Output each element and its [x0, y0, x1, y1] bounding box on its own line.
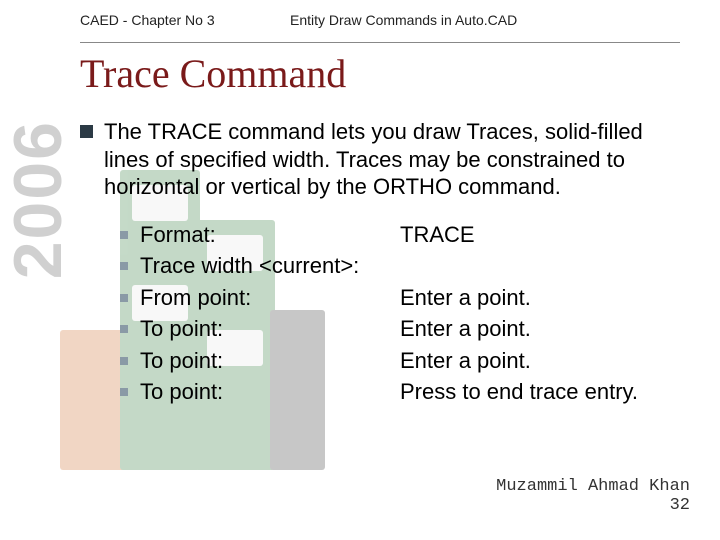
sub-item-left: From point: — [140, 284, 400, 312]
slide-header: CAED - Chapter No 3 Entity Draw Commands… — [80, 12, 680, 43]
list-item: Trace width <current>: — [120, 252, 690, 280]
slide-title: Trace Command — [80, 50, 346, 97]
sub-item-left: Format: — [140, 221, 400, 249]
sub-item-right: Enter a point. — [400, 347, 690, 375]
side-year-watermark: 2006 — [8, 120, 69, 279]
main-bullet-item: The TRACE command lets you draw Traces, … — [80, 118, 690, 201]
sub-item-right — [400, 252, 690, 280]
list-item: To point: Press to end trace entry. — [120, 378, 690, 406]
slide-footer: Muzammil Ahmad Khan 32 — [496, 477, 690, 516]
sub-item-left: To point: — [140, 315, 400, 343]
square-bullet-large-icon — [80, 125, 93, 138]
square-bullet-small-icon — [120, 262, 128, 270]
sub-item-right: Enter a point. — [400, 315, 690, 343]
slide-content: The TRACE command lets you draw Traces, … — [80, 118, 690, 410]
header-subtitle: Entity Draw Commands in Auto.CAD — [290, 12, 517, 28]
square-bullet-small-icon — [120, 325, 128, 333]
sub-item-left: To point: — [140, 347, 400, 375]
list-item: From point: Enter a point. — [120, 284, 690, 312]
main-text: The TRACE command lets you draw Traces, … — [104, 119, 643, 199]
sub-item-right: TRACE — [400, 221, 690, 249]
list-item: To point: Enter a point. — [120, 315, 690, 343]
square-bullet-small-icon — [120, 388, 128, 396]
footer-author: Muzammil Ahmad Khan — [496, 477, 690, 497]
header-chapter: CAED - Chapter No 3 — [80, 12, 280, 28]
sub-item-left: Trace width <current>: — [140, 252, 400, 280]
list-item: To point: Enter a point. — [120, 347, 690, 375]
square-bullet-small-icon — [120, 357, 128, 365]
square-bullet-small-icon — [120, 231, 128, 239]
sub-bullet-list: Format: TRACE Trace width <current>: Fro… — [120, 221, 690, 406]
list-item: Format: TRACE — [120, 221, 690, 249]
sub-item-right: Enter a point. — [400, 284, 690, 312]
square-bullet-small-icon — [120, 294, 128, 302]
footer-page-number: 32 — [496, 496, 690, 516]
sub-item-left: To point: — [140, 378, 400, 406]
sub-item-right: Press to end trace entry. — [400, 378, 690, 406]
